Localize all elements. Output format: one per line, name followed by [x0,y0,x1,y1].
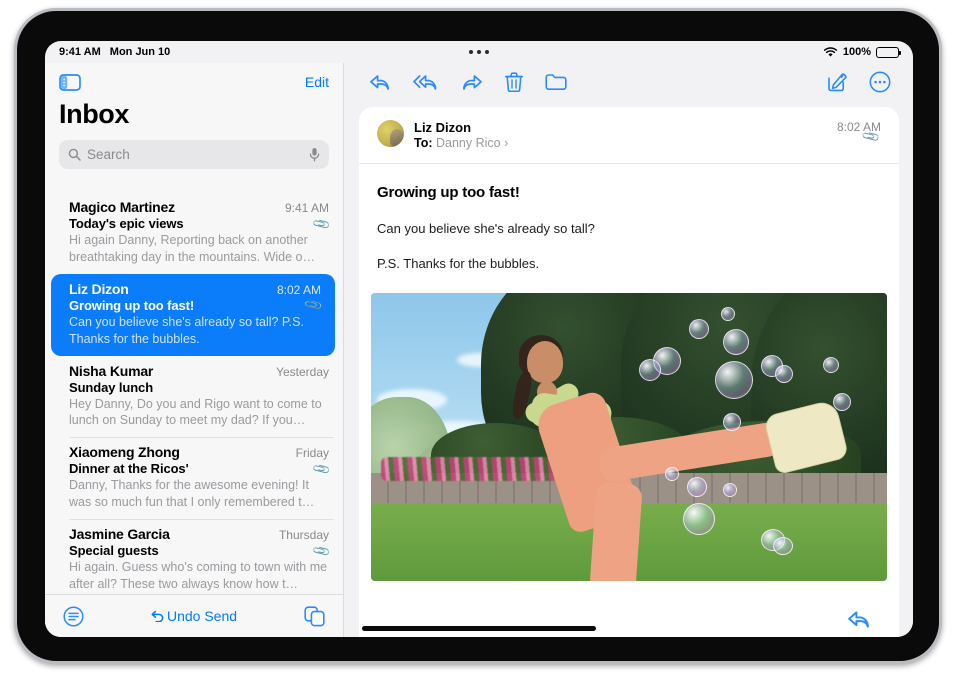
to-label: To: [414,136,433,150]
forward-icon[interactable] [461,73,483,92]
undo-send-label: Undo Send [166,608,238,624]
message-toolbar [345,63,913,101]
three-dots-icon [469,50,489,55]
mail-item-line-2: Special guests 📎 [69,540,332,561]
copy-stack-icon[interactable] [304,605,325,627]
mail-subject: Growing up too fast! [69,297,195,313]
avatar [377,120,404,147]
mail-date: Thursday [278,528,329,542]
message-subject: Growing up too fast! [377,184,520,201]
sidebar-bottom-toolbar: Undo Send [45,594,343,637]
mail-item-line-1: Magico Martinez 9:41 AM [69,199,329,215]
page-title: Inbox [59,99,129,129]
sender-name: Liz Dizon [414,120,472,135]
sidebar-topbar: Edit [45,63,343,101]
recipient-line[interactable]: To: Danny Rico › [414,136,508,150]
more-circle-icon[interactable] [869,71,891,93]
battery-percent-label: 100% [842,46,871,58]
undo-arrow-icon [151,610,164,623]
mail-item-line-1: Liz Dizon 8:02 AM [69,281,321,297]
mail-item-line-2: Growing up too fast! 📎 [69,295,324,316]
status-time: 9:41 AM [59,46,101,58]
mail-list-item[interactable]: Nisha Kumar Yesterday Sunday lunch Hey Dann… [45,356,343,438]
chevron-right-icon: › [504,136,509,150]
home-indicator [362,626,596,631]
wifi-icon [823,46,837,57]
microphone-icon[interactable] [309,147,320,162]
mail-preview: Hi again Danny, Reporting back on anothe… [69,233,315,264]
mail-date: 9:41 AM [284,201,329,215]
message-header: Liz Dizon To: Danny Rico › 8:02 AM 📎 [359,107,899,164]
ipad-screen: 9:41 AM Mon Jun 10 100% Edit Inbox Searc… [45,41,913,637]
mail-list[interactable]: Magico Martinez 9:41 AM Today's epic views… [45,192,343,594]
mail-list-item[interactable]: Xiaomeng Zhong Friday Dinner at the Ricos'… [45,437,343,519]
mail-sender: Nisha Kumar [69,362,154,379]
paperclip-icon: 📎 [311,540,332,561]
attachment-photo[interactable] [371,293,887,581]
recipient-name: Danny Rico [436,136,501,150]
mail-date: Friday [295,446,329,461]
mail-item-line-2: Sunday lunch [69,380,329,395]
status-bar-left: 9:41 AM Mon Jun 10 [59,46,170,58]
mail-list-item[interactable]: Jasmine Garcia Thursday Special guests 📎 Hi … [45,519,343,594]
reply-all-icon[interactable] [413,73,439,92]
mail-item-line-1: Nisha Kumar Yesterday [69,363,329,379]
mail-sender: Xiaomeng Zhong [69,444,180,461]
mail-list-item[interactable]: Magico Martinez 9:41 AM Today's epic views… [45,192,343,274]
paperclip-icon: 📎 [311,458,332,479]
mail-list-pane: Edit Inbox Search Magico Martinez 9:41 AM… [45,63,344,637]
ipad-device-frame: 9:41 AM Mon Jun 10 100% Edit Inbox Searc… [14,8,942,664]
mail-item-line-2: Today's epic views 📎 [69,213,332,234]
trash-icon[interactable] [505,72,523,92]
mail-preview: Can you believe she's already so tall? P… [69,314,304,346]
mail-preview: Hey Danny, Do you and Rigo want to come … [69,396,322,428]
undo-send-button[interactable]: Undo Send [151,608,237,624]
list-separator [69,437,333,439]
status-bar: 9:41 AM Mon Jun 10 100% [45,41,913,63]
filter-icon[interactable] [63,605,84,627]
message-body-paragraph-1: Can you believe she's already so tall? [377,221,595,236]
search-icon [68,148,81,161]
mail-sender: Magico Martinez [69,199,175,215]
paperclip-icon: 📎 [311,213,332,234]
mail-preview: Hi again. Guess who's coming to town wit… [69,560,328,591]
battery-full-icon [876,46,902,58]
mail-subject: Special guests [69,543,159,558]
edit-button[interactable]: Edit [305,74,329,90]
status-date: Mon Jun 10 [109,46,171,58]
mail-subject: Sunday lunch [69,379,154,395]
mail-preview: Danny, Thanks for the awesome evening! I… [69,478,315,510]
mail-date: Yesterday [276,364,329,379]
list-separator [69,519,333,520]
folder-icon[interactable] [545,73,567,91]
reply-icon[interactable] [369,73,391,92]
message-card: Liz Dizon To: Danny Rico › 8:02 AM 📎 Gro… [359,107,899,637]
mail-subject: Today's epic views [69,216,184,231]
mail-subject: Dinner at the Ricos' [69,461,189,477]
message-reply-footer [359,601,899,637]
mail-item-line-1: Xiaomeng Zhong Friday [69,444,329,460]
compose-icon[interactable] [827,72,847,92]
mail-item-line-1: Jasmine Garcia Thursday [69,526,329,542]
multitasking-indicator[interactable] [45,46,913,58]
reply-icon[interactable] [847,609,871,630]
mail-item-line-2: Dinner at the Ricos' 📎 [69,458,332,479]
mail-sender: Liz Dizon [69,280,129,297]
status-bar-right: 100% [823,46,902,58]
message-body-paragraph-2: P.S. Thanks for the bubbles. [377,256,540,271]
mail-list-item[interactable]: Liz Dizon 8:02 AM Growing up too fast! 📎 Can… [51,273,335,356]
message-detail-pane: Liz Dizon To: Danny Rico › 8:02 AM 📎 Gro… [345,63,913,637]
message-header-right: 8:02 AM 📎 [837,120,881,152]
search-placeholder: Search [87,147,130,162]
paperclip-icon: 📎 [303,295,324,316]
mail-sender: Jasmine Garcia [69,526,170,542]
sidebar-toggle-icon[interactable] [59,73,81,91]
search-input[interactable]: Search [59,140,329,169]
